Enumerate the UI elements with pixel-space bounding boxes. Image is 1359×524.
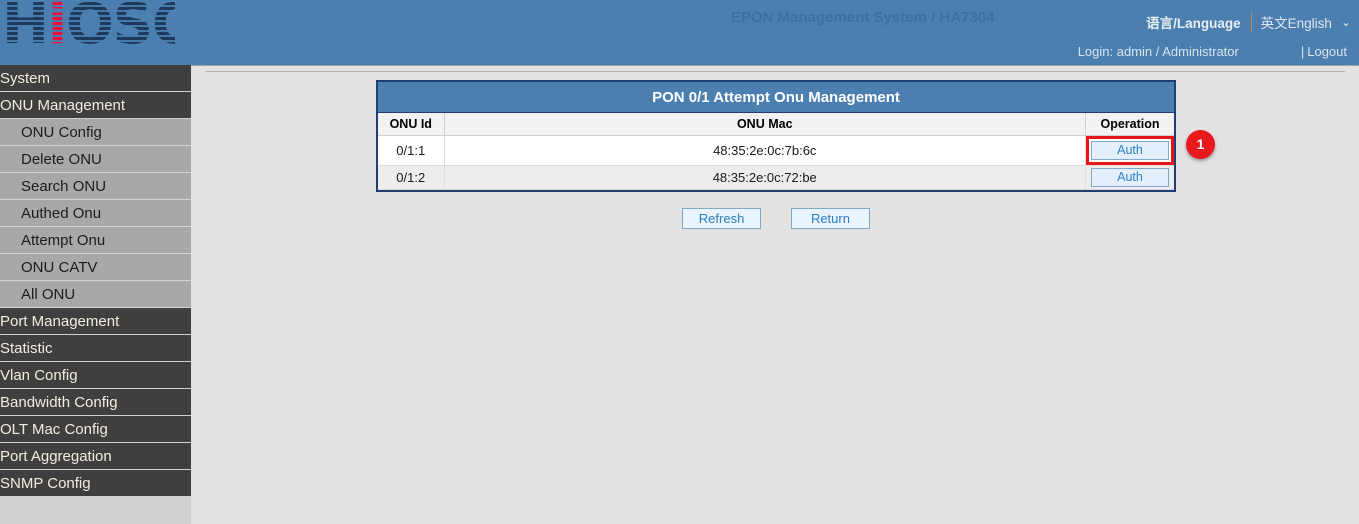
auth-button[interactable]: Auth	[1091, 168, 1169, 187]
table-row: 0/1:2 48:35:2e:0c:72:be Auth	[378, 165, 1174, 189]
app-header: HiOSO EPON Management System / HA7304 语言…	[0, 0, 1359, 65]
sidebar-item-port-aggregation[interactable]: Port Aggregation	[0, 443, 191, 470]
sidebar-item-olt-mac-config[interactable]: OLT Mac Config	[0, 416, 191, 443]
cell-onu-mac: 48:35:2e:0c:72:be	[444, 165, 1086, 189]
language-value[interactable]: 英文English	[1261, 12, 1332, 32]
sidebar-item-search-onu[interactable]: Search ONU	[0, 173, 191, 200]
logout-separator: |	[1301, 44, 1304, 59]
login-user-text: Login: admin / Administrator	[1078, 44, 1239, 59]
hioso-logo: HiOSO	[0, 0, 175, 62]
annotation-badge-1: 1	[1186, 130, 1215, 159]
sidebar-item-onu-management[interactable]: ONU Management	[0, 92, 191, 119]
sidebar-item-bandwidth-config[interactable]: Bandwidth Config	[0, 389, 191, 416]
table-header-row: ONU Id ONU Mac Operation	[378, 113, 1174, 135]
action-button-row: Refresh Return	[376, 208, 1176, 229]
refresh-button[interactable]: Refresh	[682, 208, 761, 229]
column-header-onu-mac: ONU Mac	[444, 113, 1086, 135]
language-selector[interactable]: 语言/Language 英文English ⌄	[1146, 11, 1351, 33]
cell-onu-id: 0/1:2	[378, 165, 444, 189]
panel-title: PON 0/1 Attempt Onu Management	[378, 82, 1174, 113]
cell-operation: Auth	[1086, 135, 1175, 165]
sidebar-item-snmp-config[interactable]: SNMP Config	[0, 470, 191, 497]
cell-onu-id: 0/1:1	[378, 135, 444, 165]
column-header-onu-id: ONU Id	[378, 113, 444, 135]
sidebar-item-attempt-onu[interactable]: Attempt Onu	[0, 227, 191, 254]
cell-onu-mac: 48:35:2e:0c:7b:6c	[444, 135, 1086, 165]
logo-text: HiOSO	[2, 0, 175, 56]
sidebar-item-port-management[interactable]: Port Management	[0, 308, 191, 335]
sidebar-item-statistic[interactable]: Statistic	[0, 335, 191, 362]
attempt-onu-panel: PON 0/1 Attempt Onu Management ONU Id ON…	[376, 80, 1176, 192]
column-header-operation: Operation	[1086, 113, 1175, 135]
sidebar-item-all-onu[interactable]: All ONU	[0, 281, 191, 308]
chevron-down-icon[interactable]: ⌄	[1341, 16, 1351, 28]
content-top-rule	[205, 71, 1345, 72]
cell-operation: Auth	[1086, 165, 1175, 189]
language-divider	[1251, 12, 1252, 32]
return-button[interactable]: Return	[791, 208, 870, 229]
sidebar-item-delete-onu[interactable]: Delete ONU	[0, 146, 191, 173]
sidebar-item-vlan-config[interactable]: Vlan Config	[0, 362, 191, 389]
logout-link[interactable]: Logout	[1307, 44, 1347, 59]
sidebar-item-system[interactable]: System	[0, 65, 191, 92]
table-row: 0/1:1 48:35:2e:0c:7b:6c Auth	[378, 135, 1174, 165]
sidebar-item-onu-config[interactable]: ONU Config	[0, 119, 191, 146]
language-label: 语言/Language	[1146, 12, 1241, 32]
main-content: PON 0/1 Attempt Onu Management ONU Id ON…	[191, 65, 1359, 524]
sidebar-item-onu-catv[interactable]: ONU CATV	[0, 254, 191, 281]
page-title: EPON Management System / HA7304	[731, 9, 994, 26]
login-status-bar: Login: admin / Administrator | Logout	[1078, 42, 1359, 60]
auth-button[interactable]: Auth	[1091, 141, 1169, 160]
auth-button-highlight: Auth	[1086, 136, 1174, 165]
sidebar-item-authed-onu[interactable]: Authed Onu	[0, 200, 191, 227]
attempt-onu-table: ONU Id ONU Mac Operation 0/1:1 48:35:2e:…	[378, 113, 1174, 190]
logo-accent-i: i	[48, 0, 66, 57]
sidebar-navigation: System ONU Management ONU Config Delete …	[0, 65, 191, 524]
